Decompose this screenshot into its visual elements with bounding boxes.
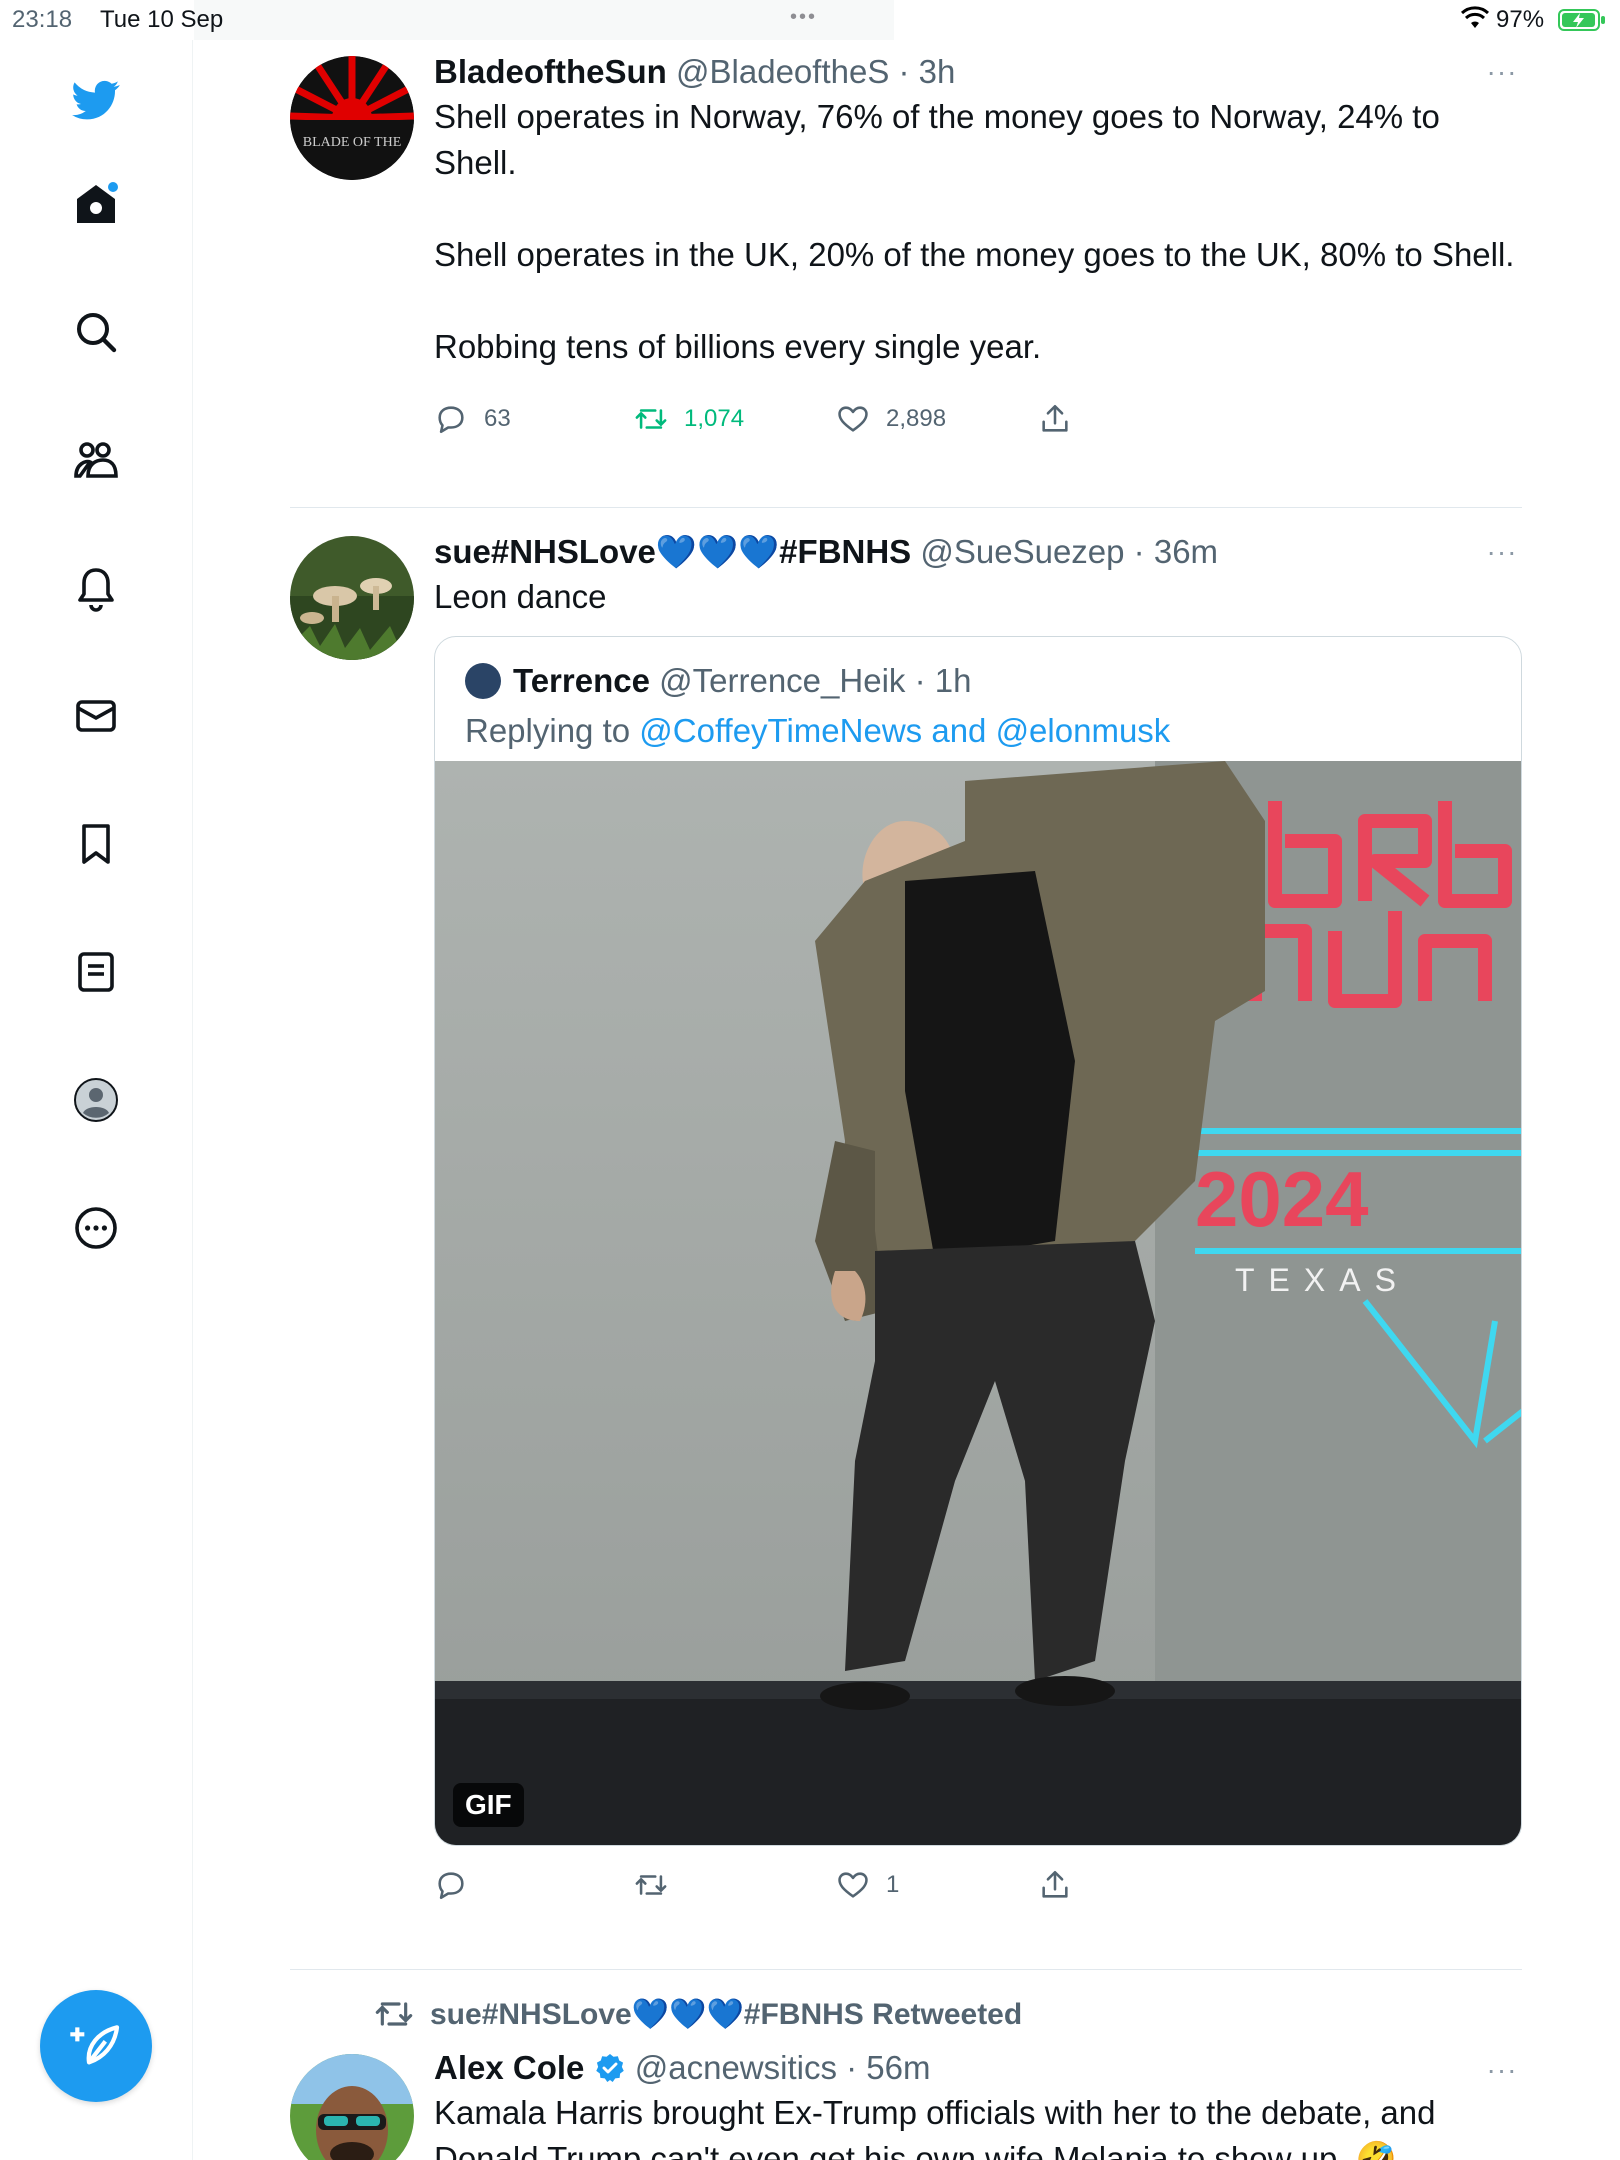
compose-tweet-button[interactable]: [40, 1990, 152, 2102]
notifications-bell-icon[interactable]: [68, 560, 124, 616]
avatar[interactable]: [290, 536, 414, 660]
share-button[interactable]: [1038, 402, 1088, 436]
quoted-avatar[interactable]: [465, 663, 501, 699]
profile-avatar-icon[interactable]: [68, 1072, 124, 1128]
tweet[interactable]: BLADE OF THE ··· BladeoftheSun @Bladeoft…: [290, 40, 1522, 508]
reply-button[interactable]: [434, 1868, 484, 1902]
tweet-actions: 1: [434, 1856, 1522, 1916]
heart-icon: [838, 406, 868, 432]
handle[interactable]: @BladeoftheS: [676, 53, 889, 90]
battery-charging-icon: [1558, 9, 1605, 31]
retweet-button[interactable]: [634, 1868, 684, 1902]
tweet-text: Leon dance: [434, 578, 607, 615]
like-button[interactable]: 2,898: [836, 402, 946, 436]
retweeted-by-text: sue#NHSLove💙💙💙#FBNHS Retweeted: [430, 1997, 1023, 2031]
more-circle-icon[interactable]: [68, 1200, 124, 1256]
like-button[interactable]: 1: [836, 1868, 899, 1902]
status-time: 23:18: [12, 6, 73, 33]
replying-to-links[interactable]: @CoffeyTimeNews and @elonmusk: [639, 712, 1170, 749]
timeline: BLADE OF THE ··· BladeoftheSun @Bladeoft…: [290, 40, 1522, 2160]
reply-button[interactable]: 63: [434, 402, 511, 436]
share-button[interactable]: [1038, 1868, 1088, 1902]
home-icon[interactable]: [68, 176, 124, 232]
more-options-icon[interactable]: ···: [1482, 2054, 1522, 2085]
tweet[interactable]: ··· sue#NHSLove💙💙💙#FBNHS @SueSuezep · 36…: [290, 508, 1522, 1970]
share-icon: [1042, 1870, 1068, 1898]
quoted-display-name[interactable]: Terrence: [513, 661, 650, 701]
bookmarks-icon[interactable]: [68, 816, 124, 872]
tweet-actions: 63 1,074 2,898: [434, 390, 1522, 450]
communities-icon[interactable]: [68, 432, 124, 488]
timestamp[interactable]: 56m: [866, 2049, 930, 2086]
twitter-logo-icon[interactable]: [68, 72, 124, 128]
reply-count: 63: [484, 405, 511, 432]
timestamp[interactable]: 36m: [1154, 533, 1218, 570]
avatar[interactable]: [290, 2054, 414, 2160]
tweet[interactable]: sue#NHSLove💙💙💙#FBNHS Retweeted ··· Alex …: [290, 1970, 1522, 2160]
tweet-header: sue#NHSLove💙💙💙#FBNHS @SueSuezep · 36m: [434, 533, 1219, 570]
replying-prefix: Replying to: [465, 712, 640, 749]
sign-year-text: 2024: [1195, 1155, 1369, 1243]
tweet-text: Kamala Harris brought Ex-Trump officials…: [434, 2094, 1445, 2160]
handle[interactable]: @acnewsitics: [635, 2049, 837, 2086]
browser-top-strip: [194, 0, 894, 40]
status-date: Tue 10 Sep: [100, 6, 224, 33]
compose-feather-plus-icon: [70, 2025, 120, 2065]
gif-media[interactable]: 2024 TEXAS GIF: [435, 761, 1521, 1845]
search-icon[interactable]: [68, 304, 124, 360]
handle[interactable]: @SueSuezep: [920, 533, 1124, 570]
tweet-header: Alex Cole @acnewsitics · 56m: [434, 2049, 931, 2086]
retweet-icon: [635, 409, 667, 429]
home-new-posts-dot: [108, 182, 118, 192]
avatar[interactable]: BLADE OF THE: [290, 56, 414, 180]
battery-percentage: 97%: [1496, 6, 1545, 33]
quoted-handle[interactable]: @Terrence_Heik: [659, 661, 905, 701]
like-count: 2,898: [886, 405, 947, 432]
lists-icon[interactable]: [68, 944, 124, 1000]
verified-badge-icon: [595, 2054, 624, 2082]
status-bar: 23:18 Tue 10 Sep ••• 97%: [0, 0, 1620, 40]
reply-icon: [438, 1872, 464, 1900]
gif-badge: GIF: [453, 1783, 524, 1827]
retweet-icon: [375, 2002, 413, 2026]
heart-icon: [838, 1872, 868, 1898]
more-options-icon[interactable]: ···: [1482, 56, 1522, 87]
more-options-icon[interactable]: ···: [1482, 536, 1522, 567]
retweeted-by-label[interactable]: sue#NHSLove💙💙💙#FBNHS Retweeted: [374, 1994, 1022, 2034]
share-icon: [1042, 404, 1068, 432]
retweet-count: 1,074: [684, 405, 745, 432]
avatar-logo-text: BLADE OF THE: [303, 135, 402, 150]
quoted-timestamp: 1h: [934, 662, 972, 699]
reply-icon: [438, 406, 464, 434]
wifi-icon: [1460, 6, 1490, 28]
display-name[interactable]: Alex Cole: [434, 2049, 584, 2086]
quoted-tweet[interactable]: Terrence @Terrence_Heik · 1h Replying to…: [434, 636, 1522, 1846]
replying-to: Replying to @CoffeyTimeNews and @elonmus…: [435, 701, 1521, 761]
messages-envelope-icon[interactable]: [68, 688, 124, 744]
display-name[interactable]: BladeoftheSun: [434, 53, 667, 90]
sidebar: [0, 40, 193, 2160]
tweet-text: Shell operates in Norway, 76% of the mon…: [434, 98, 1515, 365]
tweet-header: BladeoftheSun @BladeoftheS · 3h: [434, 53, 956, 90]
retweet-button[interactable]: 1,074: [634, 402, 744, 436]
multitasking-dots[interactable]: •••: [790, 6, 817, 29]
gif-frame: 2024 TEXAS: [435, 761, 1521, 1845]
like-count: 1: [886, 1871, 900, 1898]
display-name[interactable]: sue#NHSLove💙💙💙#FBNHS: [434, 533, 911, 570]
timestamp[interactable]: 3h: [919, 53, 956, 90]
sign-place-text: TEXAS: [1235, 1262, 1410, 1298]
quoted-tweet-header: Terrence @Terrence_Heik · 1h: [435, 637, 1521, 701]
retweet-icon: [635, 1875, 667, 1895]
